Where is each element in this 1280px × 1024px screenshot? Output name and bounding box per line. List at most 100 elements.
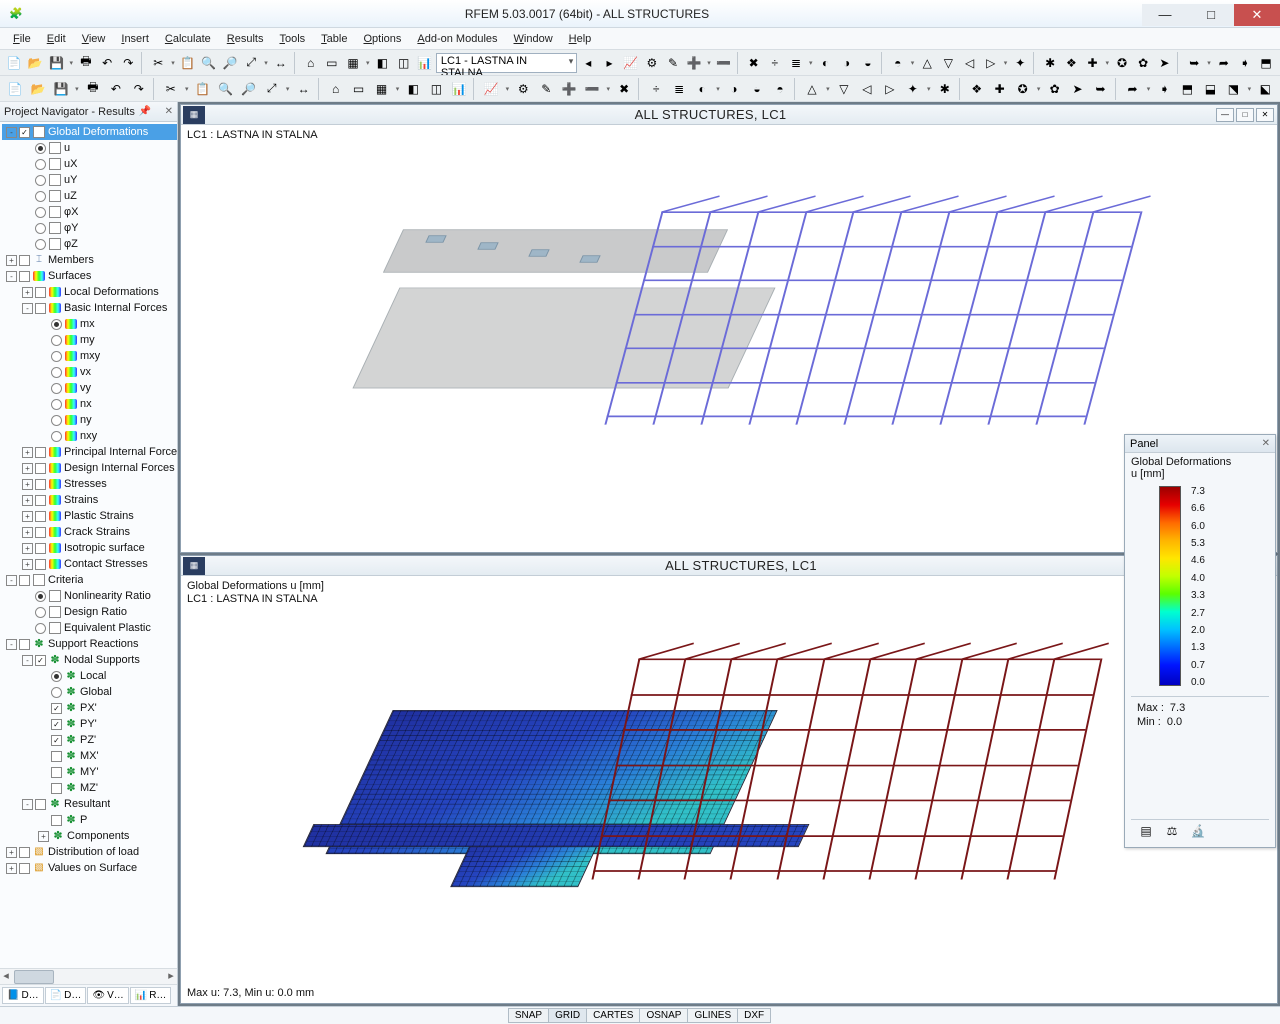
toolbar-button[interactable]: 📋 (192, 78, 214, 100)
tree-item[interactable]: +Stresses (2, 476, 177, 492)
close-button[interactable]: ✕ (1234, 4, 1280, 26)
toolbar-button[interactable]: ↷ (118, 52, 138, 74)
toolbar-button[interactable]: ➤ (1067, 78, 1089, 100)
toolbar-button[interactable]: ◒ (858, 52, 878, 74)
panel-header[interactable]: Panel ✕ (1125, 435, 1275, 453)
navigator-tab[interactable]: 📄D… (45, 987, 87, 1004)
tree-item[interactable]: +Strains (2, 492, 177, 508)
status-toggle-osnap[interactable]: OSNAP (639, 1008, 688, 1023)
menu-results[interactable]: Results (220, 30, 271, 48)
tree-item[interactable]: ✽MZ' (2, 780, 177, 796)
tree-item[interactable]: ✽Local (2, 668, 177, 684)
tree-item[interactable]: φY (2, 220, 177, 236)
tree-item[interactable]: φX (2, 204, 177, 220)
tree-item[interactable]: ✓✽PZ' (2, 732, 177, 748)
toolbar-button[interactable]: ✦ (1010, 52, 1030, 74)
toolbar-button[interactable]: 📄 (4, 52, 24, 74)
toolbar-button[interactable]: ▽ (938, 52, 958, 74)
pin-icon[interactable]: 📌 (139, 106, 151, 117)
tree-item[interactable]: ny (2, 412, 177, 428)
status-toggle-glines[interactable]: GLINES (687, 1008, 738, 1023)
toolbar-button[interactable]: 🖶 (82, 78, 104, 100)
tree-item[interactable]: +▧Distribution of load (2, 844, 177, 860)
toolbar-button[interactable]: 💾 (46, 52, 66, 74)
loadcase-combo[interactable]: LC1 - LASTNA IN STALNA (436, 53, 577, 73)
toolbar-button[interactable]: ✿ (1044, 78, 1066, 100)
panel-scale-icon[interactable]: ⚖ (1163, 823, 1181, 839)
toolbar-button[interactable]: ↶ (97, 52, 117, 74)
loadcase-nav[interactable]: ◂ (578, 52, 598, 74)
tree-item[interactable]: nx (2, 396, 177, 412)
tree-item[interactable]: vx (2, 364, 177, 380)
toolbar-button[interactable]: ✚ (989, 78, 1011, 100)
tree-item[interactable]: +Isotropic surface (2, 540, 177, 556)
tree-item[interactable]: ✽Global (2, 684, 177, 700)
toolbar-button[interactable]: ✎ (535, 78, 557, 100)
view-bottom-canvas[interactable]: Global Deformations u [mm]LC1 : LASTNA I… (181, 576, 1277, 1003)
toolbar-button[interactable]: ÷ (765, 52, 785, 74)
toolbar-button[interactable]: ▭ (322, 52, 342, 74)
toolbar-button[interactable]: ✦ (902, 78, 924, 100)
toolbar-button[interactable]: 🔍 (215, 78, 237, 100)
tree-item[interactable]: uY (2, 172, 177, 188)
view-maximize-button[interactable]: □ (1236, 108, 1254, 122)
menu-table[interactable]: Table (314, 30, 354, 48)
toolbar-button[interactable]: ✱ (1040, 52, 1060, 74)
toolbar-button[interactable]: ▷ (879, 78, 901, 100)
toolbar-button[interactable]: 📂 (27, 78, 49, 100)
toolbar-button[interactable]: ⚙ (512, 78, 534, 100)
toolbar-button[interactable]: 🔍 (199, 52, 219, 74)
tree-item[interactable]: mx (2, 316, 177, 332)
tree-item[interactable]: ✓✽PY' (2, 716, 177, 732)
toolbar-button[interactable]: ▦ (371, 78, 393, 100)
menu-tools[interactable]: Tools (272, 30, 312, 48)
tree-item[interactable]: u (2, 140, 177, 156)
toolbar-button[interactable]: 📈 (621, 52, 641, 74)
toolbar-button[interactable]: ◧ (402, 78, 424, 100)
view-minimize-button[interactable]: — (1216, 108, 1234, 122)
toolbar-button[interactable]: 📈 (480, 78, 502, 100)
toolbar-button[interactable]: ▭ (348, 78, 370, 100)
menu-add-on-modules[interactable]: Add-on Modules (410, 30, 504, 48)
panel-probe-icon[interactable]: 🔬 (1189, 823, 1207, 839)
view-close-button[interactable]: ✕ (1256, 108, 1274, 122)
toolbar-button[interactable]: ➦ (1214, 52, 1234, 74)
toolbar-button[interactable]: ✿ (1133, 52, 1153, 74)
view-top-canvas[interactable]: LC1 : LASTNA IN STALNA (181, 125, 1277, 552)
toolbar-button[interactable]: ↶ (105, 78, 127, 100)
toolbar-button[interactable]: ⬕ (1254, 78, 1276, 100)
toolbar-button[interactable]: ▷ (981, 52, 1001, 74)
toolbar-button[interactable]: ⬒ (1176, 78, 1198, 100)
tree-item[interactable]: +▧Values on Surface (2, 860, 177, 876)
toolbar-button[interactable]: ≣ (786, 52, 806, 74)
toolbar-button[interactable]: ⚙ (642, 52, 662, 74)
tree-item[interactable]: +⌶Members (2, 252, 177, 268)
toolbar-button[interactable]: 📊 (415, 52, 435, 74)
toolbar-button[interactable]: ⌂ (325, 78, 347, 100)
maximize-button[interactable]: □ (1188, 4, 1234, 26)
tree-item[interactable]: Design Ratio (2, 604, 177, 620)
toolbar-button[interactable]: ➦ (1122, 78, 1144, 100)
toolbar-button[interactable]: ◫ (394, 52, 414, 74)
menu-insert[interactable]: Insert (114, 30, 156, 48)
toolbar-button[interactable]: ➥ (1184, 52, 1204, 74)
toolbar-button[interactable]: ⤢ (241, 52, 261, 74)
tree-item[interactable]: +Local Deformations (2, 284, 177, 300)
toolbar-button[interactable]: ◑ (837, 52, 857, 74)
toolbar-button[interactable]: ↔ (293, 78, 315, 100)
toolbar-button[interactable]: 📋 (178, 52, 198, 74)
toolbar-button[interactable]: 📄 (4, 78, 26, 100)
status-toggle-grid[interactable]: GRID (548, 1008, 587, 1023)
tree-item[interactable]: Nonlinearity Ratio (2, 588, 177, 604)
menu-file[interactable]: File (6, 30, 38, 48)
tree-item[interactable]: ✽MX' (2, 748, 177, 764)
menu-window[interactable]: Window (507, 30, 560, 48)
toolbar-button[interactable]: △ (801, 78, 823, 100)
scrollbar-thumb[interactable] (14, 970, 54, 984)
toolbar-button[interactable]: ◫ (425, 78, 447, 100)
toolbar-button[interactable]: ◐ (691, 78, 713, 100)
toolbar-button[interactable]: ⌂ (301, 52, 321, 74)
tree-item[interactable]: +Contact Stresses (2, 556, 177, 572)
toolbar-button[interactable]: ➤ (1154, 52, 1174, 74)
toolbar-button[interactable]: ✪ (1012, 78, 1034, 100)
